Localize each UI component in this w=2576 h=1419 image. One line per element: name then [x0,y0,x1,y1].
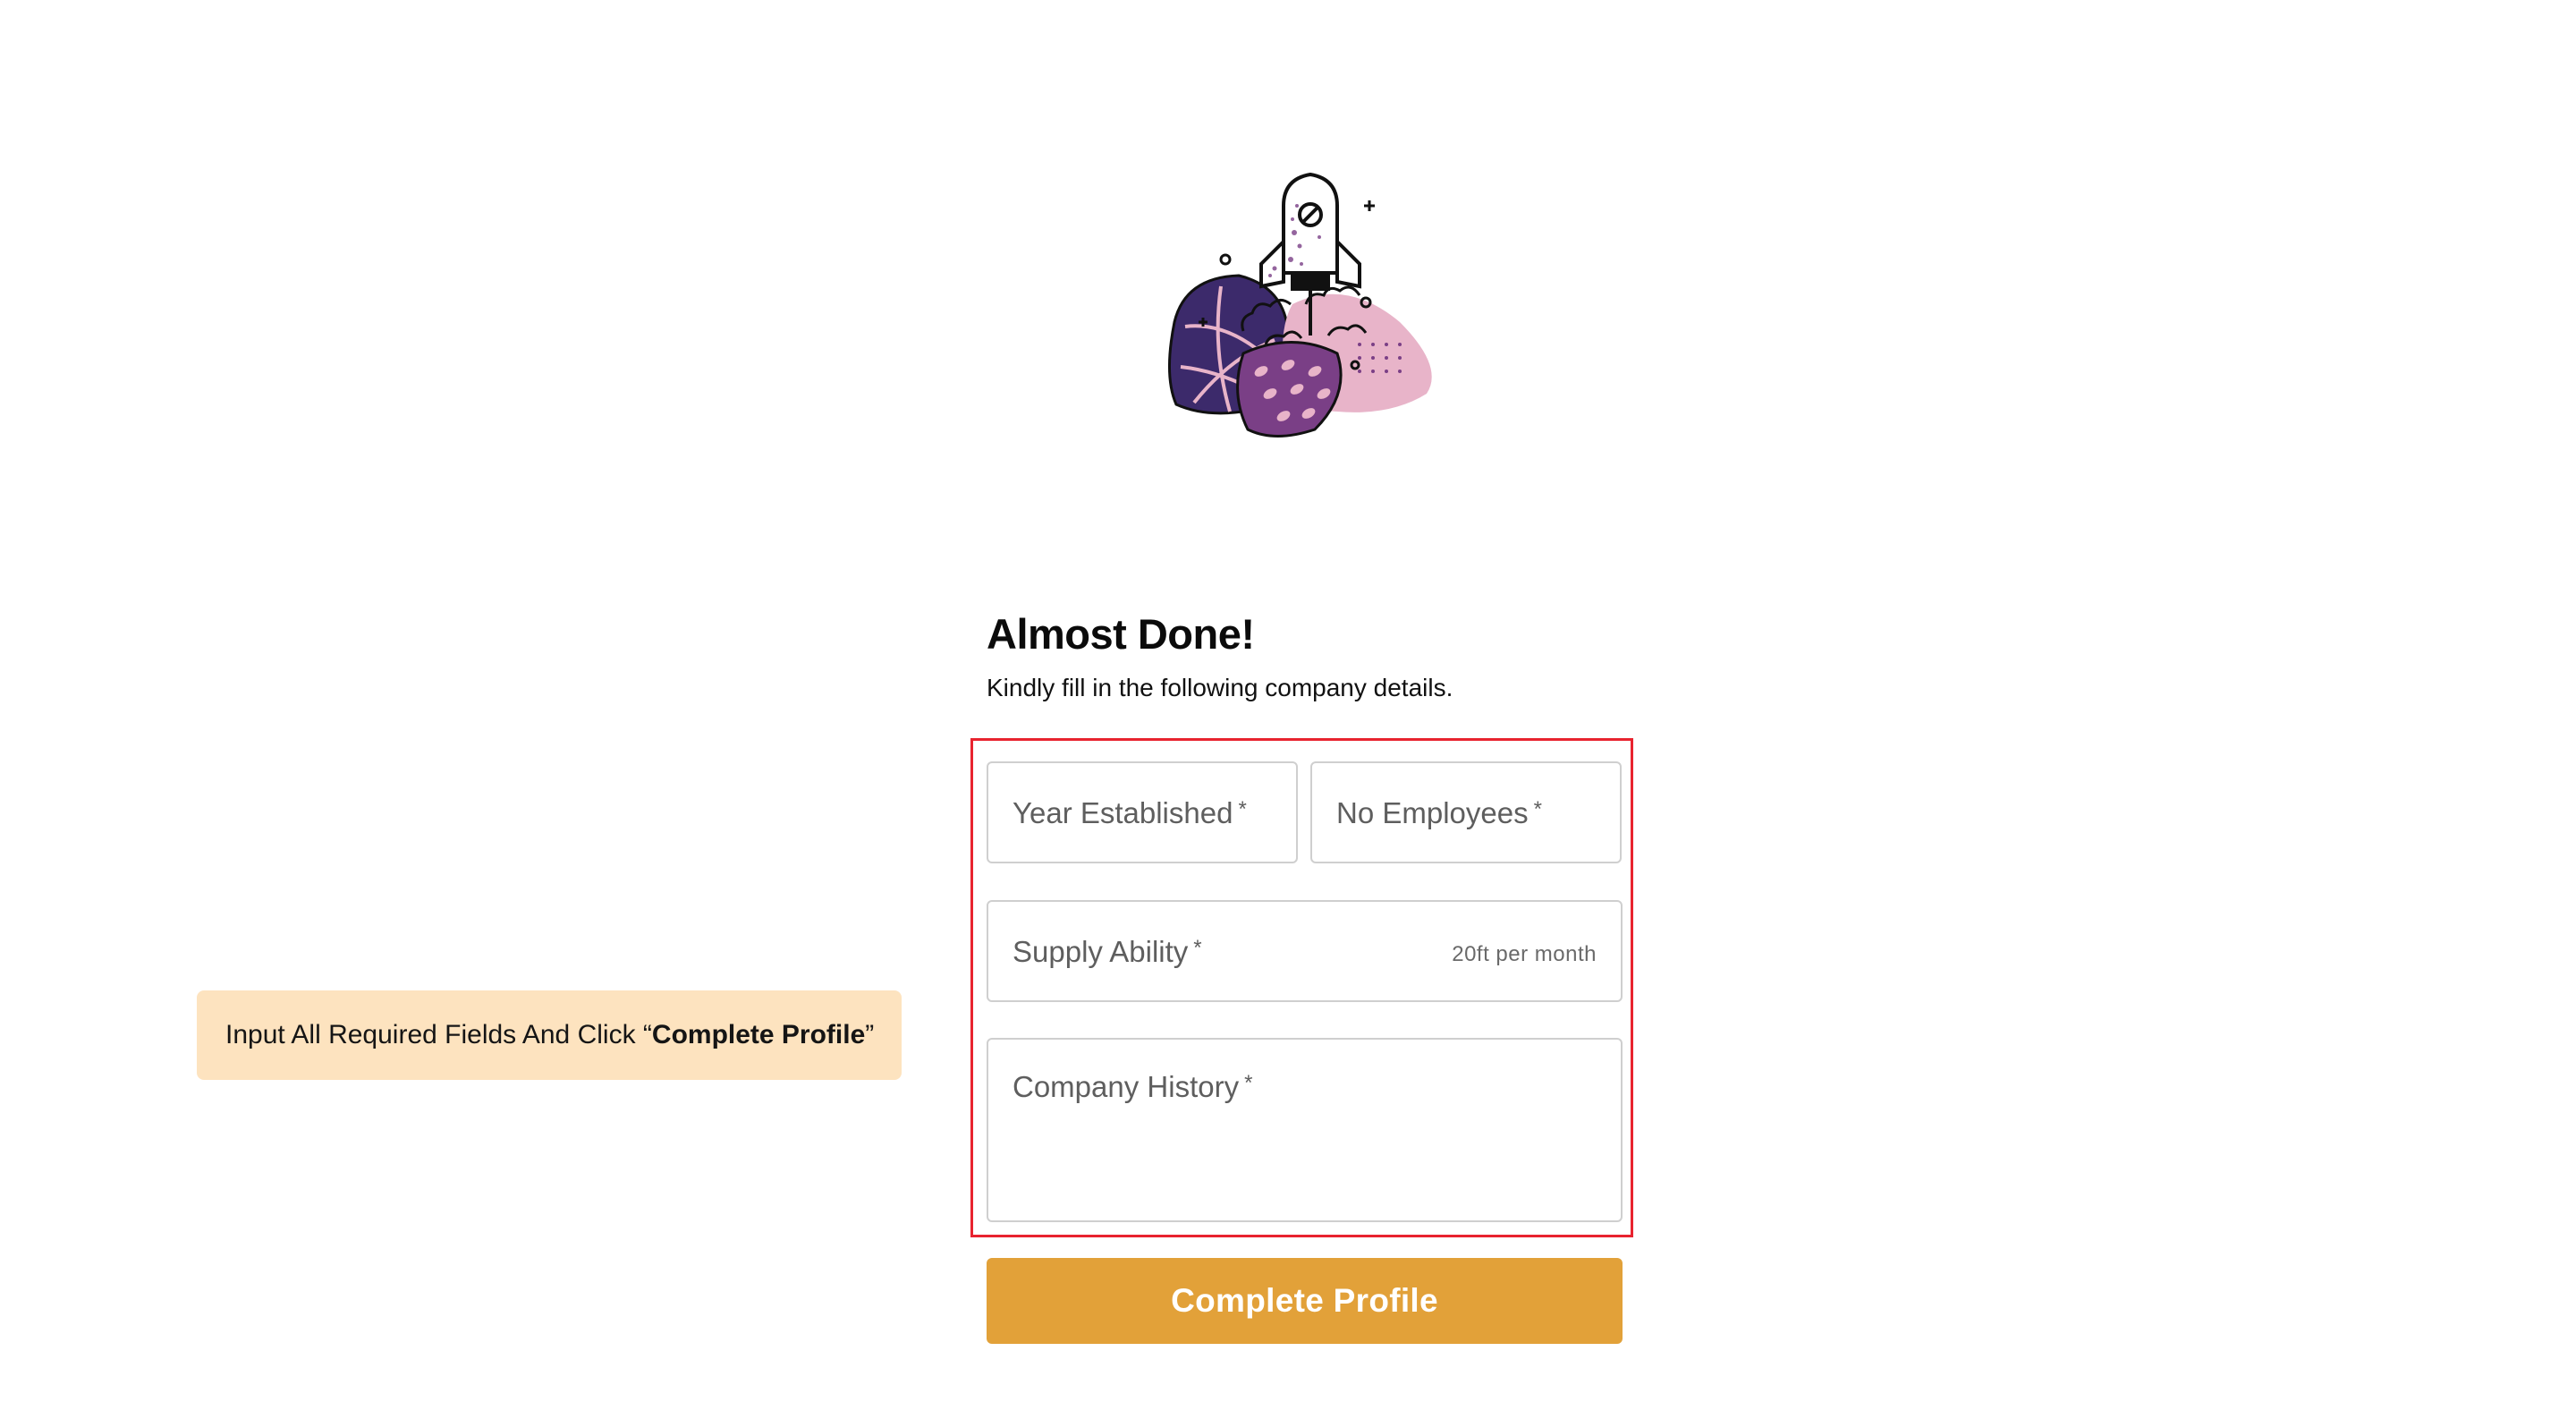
supply-ability-label: Supply Ability * [1013,935,1202,968]
instruction-callout: Input All Required Fields And Click “Com… [197,990,902,1080]
complete-profile-button[interactable]: Complete Profile [987,1258,1623,1344]
page-subtitle: Kindly fill in the following company det… [987,674,1453,701]
supply-ability-field[interactable]: Supply Ability * 20ft per month [987,900,1623,1002]
supply-ability-unit-hint: 20ft per month [1452,942,1597,966]
page-title: Almost Done! [987,610,1255,658]
company-history-field[interactable]: Company History * [987,1038,1623,1222]
company-history-label: Company History * [1013,1070,1253,1103]
no-employees-label: No Employees * [1336,796,1542,829]
instruction-text: Input All Required Fields And Click “Com… [225,1020,875,1049]
rocket-launch-illustration [1168,172,1432,438]
year-established-field[interactable]: Year Established * [987,761,1298,863]
year-established-label: Year Established * [1013,796,1247,829]
no-employees-field[interactable]: No Employees * [1310,761,1622,863]
